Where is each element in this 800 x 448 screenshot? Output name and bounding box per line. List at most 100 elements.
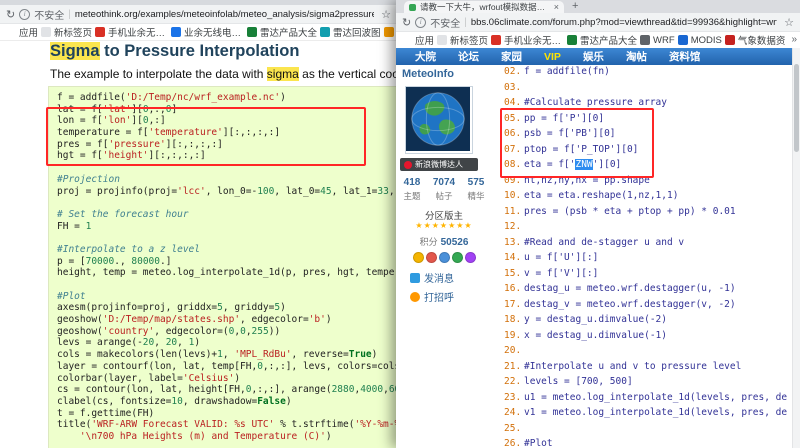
stat-label: 精华	[460, 190, 492, 202]
code-line: 18.y = destag_u.dimvalue(-2)	[504, 314, 788, 330]
new-tab-button[interactable]: +	[572, 0, 578, 13]
bookmark-item[interactable]: 雷达产品大全	[567, 33, 637, 47]
tab-close-icon[interactable]: ×	[554, 2, 559, 12]
bookmark-item[interactable]: 雷达产品大全	[247, 25, 317, 39]
line-number: 18.	[504, 314, 524, 330]
bookmark-item[interactable]: 业余无线电台管理	[171, 25, 244, 39]
highlighted-term: Sigma	[50, 42, 100, 60]
bookmark-item[interactable]: WRF	[640, 35, 675, 46]
info-icon[interactable]: i	[415, 17, 426, 28]
line-code: f = addfile(fn)	[524, 66, 610, 82]
url-text[interactable]: bbs.06climate.com/forum.php?mod=viewthre…	[471, 17, 777, 28]
apps-grid-icon	[402, 35, 412, 45]
code-line: 07.ptop = f['P_TOP'][0]	[504, 144, 788, 160]
line-number: 16.	[504, 283, 524, 299]
tab-favicon	[409, 4, 416, 11]
say-hi-button[interactable]: 打招呼	[410, 289, 454, 304]
bookmark-item[interactable]: 应用	[6, 25, 38, 39]
medal-icon	[439, 252, 450, 263]
forum-browser-window: 请教一下大牛，wrfout模拟数据… × + ↻ i 不安全 | bbs.06c…	[396, 0, 800, 448]
line-code	[524, 345, 530, 361]
stat-item[interactable]: 7074帖子	[428, 177, 460, 202]
score-label: 积分	[420, 237, 438, 247]
username-link[interactable]: MeteoInfo	[402, 68, 454, 80]
bookmark-label: 应用	[415, 33, 434, 47]
reload-icon[interactable]: ↻	[402, 16, 411, 29]
stat-item[interactable]: 575精华	[460, 177, 492, 202]
nav-item[interactable]: 淘帖	[615, 49, 658, 64]
bookmark-item[interactable]: 雷达回波图	[320, 25, 381, 39]
apps-grid-icon	[6, 27, 16, 37]
scrollbar[interactable]	[792, 48, 800, 448]
bookmark-star-icon[interactable]: ☆	[784, 16, 794, 29]
favicon-icon	[247, 27, 257, 37]
say-hi-icon	[410, 292, 420, 302]
screen: ↻ i 不安全 | meteothink.org/examples/meteoi…	[0, 0, 800, 448]
weibo-badge: 新浪微博达人	[400, 158, 478, 171]
line-number: 22.	[504, 376, 524, 392]
nav-item[interactable]: 家园	[490, 49, 533, 64]
send-message-button[interactable]: 发消息	[410, 270, 454, 285]
nav-item[interactable]: 娱乐	[572, 49, 615, 64]
line-code: eta = eta.reshape(1,nz,1,1)	[524, 190, 678, 206]
url-text[interactable]: meteothink.org/examples/meteoinfolab/met…	[75, 9, 374, 20]
bookmark-item[interactable]: 新标签页	[437, 33, 488, 47]
code-line: 06.psb = f['PB'][0]	[504, 128, 788, 144]
bookmark-item[interactable]: 气象数据资料下载	[725, 33, 786, 47]
globe-avatar-image	[406, 87, 470, 151]
line-code	[524, 423, 530, 439]
line-code: destag_v = meteo.wrf.destagger(v, -2)	[524, 299, 736, 315]
favicon-icon	[171, 27, 181, 37]
message-icon	[410, 273, 420, 283]
score-value: 50526	[441, 237, 469, 248]
line-code: u = f['U'][:]	[524, 252, 598, 268]
bookmark-item[interactable]: 手机业余无线电台	[95, 25, 168, 39]
paragraph-text: The example to interpolate the data with	[50, 67, 267, 81]
line-number: 23.	[504, 392, 524, 408]
nav-item[interactable]: 大院	[404, 49, 447, 64]
bookmarks-overflow-icon[interactable]: »	[791, 32, 797, 48]
stat-item[interactable]: 418主题	[396, 177, 428, 202]
page-icon	[437, 35, 447, 45]
bookmark-item[interactable]: 气象家园	[384, 25, 397, 39]
bookmark-label: MODIS	[691, 35, 722, 46]
line-number: 19.	[504, 330, 524, 346]
nav-item-vip[interactable]: VIP	[533, 51, 572, 63]
code-line: 04.#Calculate pressure array	[504, 97, 788, 113]
line-code: y = destag_u.dimvalue(-2)	[524, 314, 667, 330]
line-code: #Calculate pressure array	[524, 97, 667, 113]
line-code	[524, 82, 530, 98]
info-icon[interactable]: i	[19, 9, 30, 20]
code-line: 05.pp = f['P'][0]	[504, 113, 788, 129]
line-code: ptop = f['P_TOP'][0]	[524, 144, 638, 160]
code-line: 17.destag_v = meteo.wrf.destagger(v, -2)	[504, 299, 788, 315]
bookmark-label: 新标签页	[54, 25, 92, 39]
code-line: 14.u = f['U'][:]	[504, 252, 788, 268]
bookmark-item[interactable]: 手机业余无线电台	[491, 33, 564, 47]
bookmark-label: 雷达回波图	[333, 25, 381, 39]
line-code: x = destag_u.dimvalue(-1)	[524, 330, 667, 346]
line-number: 25.	[504, 423, 524, 439]
nav-item[interactable]: 资料馆	[658, 49, 712, 64]
favicon-icon	[640, 35, 650, 45]
bookmark-star-icon[interactable]: ☆	[381, 8, 391, 21]
highlighted-term: sigma	[267, 67, 299, 81]
line-code: pp = f['P'][0]	[524, 113, 604, 129]
code-line: 12.	[504, 221, 788, 237]
stat-value: 7074	[428, 177, 460, 188]
url-bar: ↻ i 不安全 | meteothink.org/examples/meteoi…	[0, 5, 397, 24]
favicon-icon	[384, 27, 394, 37]
scrollbar-thumb[interactable]	[794, 64, 799, 152]
bookmark-item[interactable]: 应用	[402, 33, 434, 47]
browser-tab[interactable]: 请教一下大牛，wrfout模拟数据… ×	[404, 1, 564, 13]
bookmark-item[interactable]: 新标签页	[41, 25, 92, 39]
avatar[interactable]	[405, 86, 473, 154]
bookmark-label: 新标签页	[450, 33, 488, 47]
medal-icon	[413, 252, 424, 263]
badge-label: 新浪微博达人	[415, 159, 463, 170]
code-line: 10.eta = eta.reshape(1,nz,1,1)	[504, 190, 788, 206]
nav-item[interactable]: 论坛	[447, 49, 490, 64]
user-role: 分区版主	[396, 208, 492, 222]
bookmark-item[interactable]: MODIS	[678, 35, 722, 46]
reload-icon[interactable]: ↻	[6, 8, 15, 21]
